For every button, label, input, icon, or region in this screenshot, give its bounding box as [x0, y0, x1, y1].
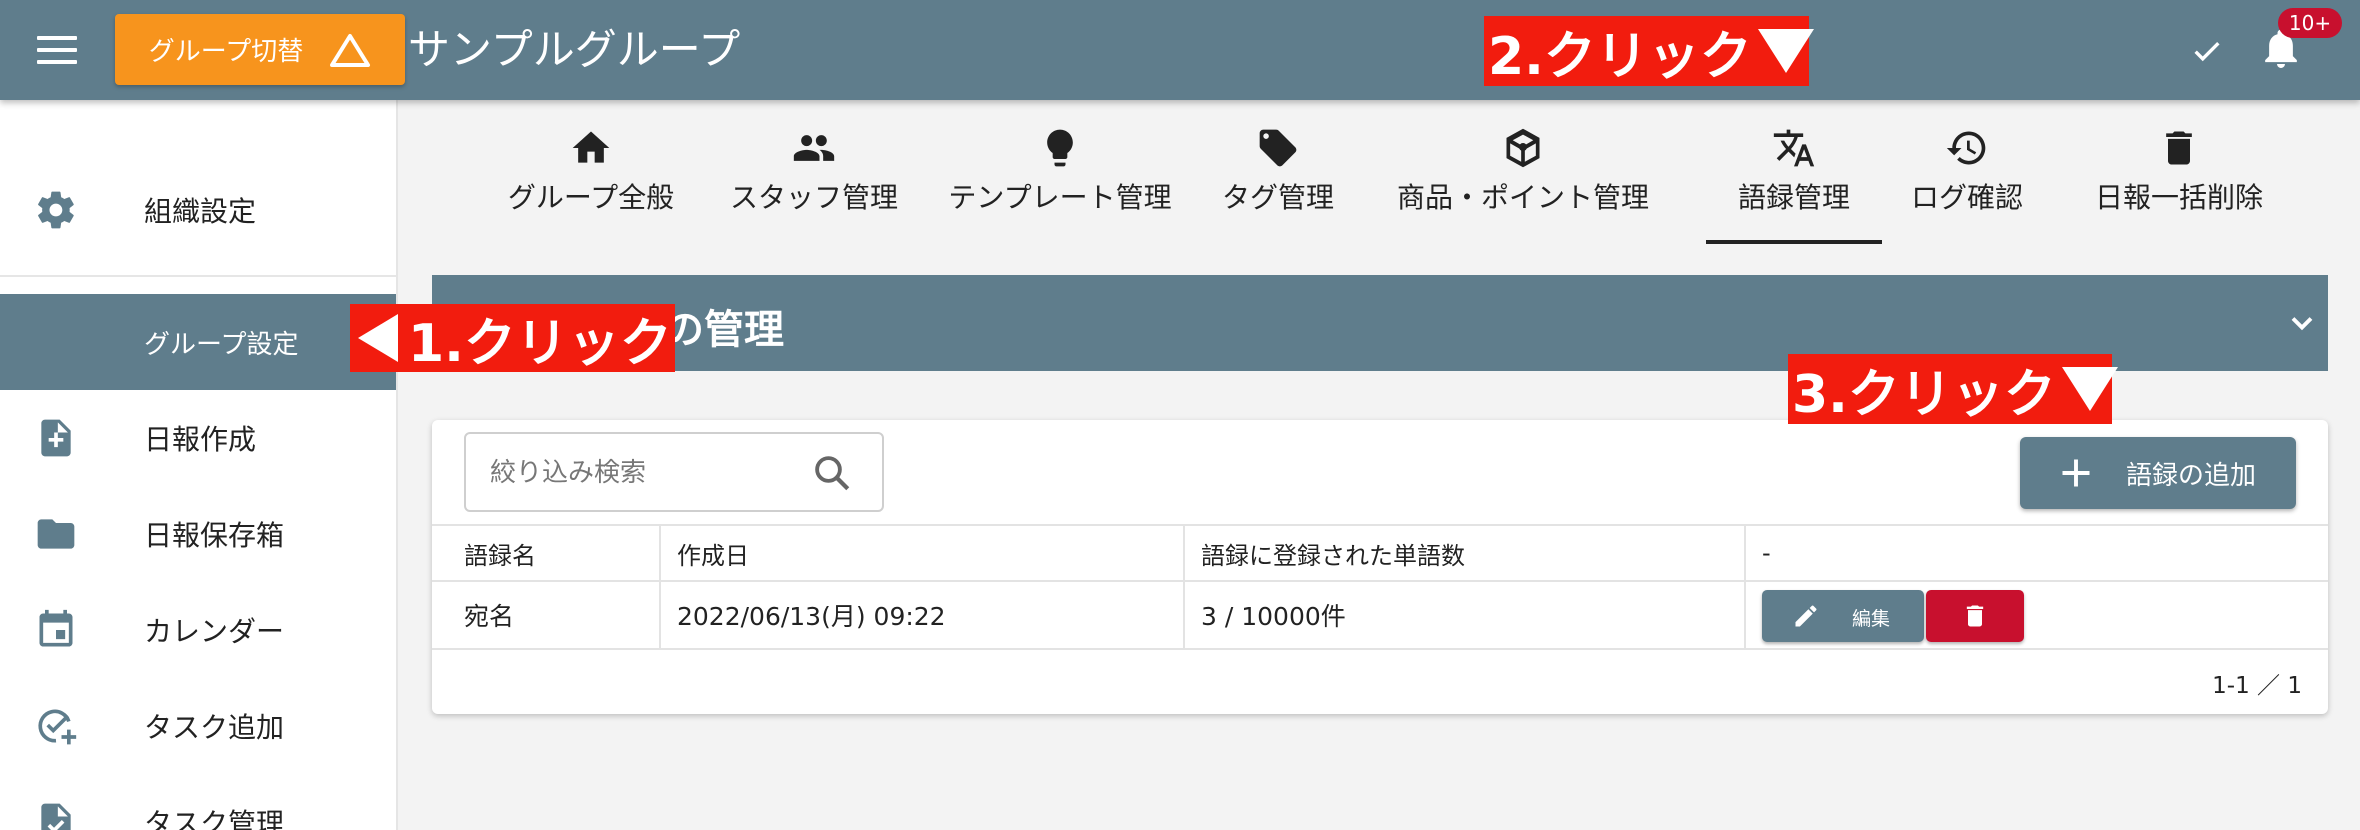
sidebar-item-label: 日報保存箱 [144, 519, 285, 552]
sidebar-item-task-management[interactable]: タスク管理 [0, 774, 396, 830]
column-header: 語録に登録された単語数 [1183, 526, 1744, 580]
tab-bulk-delete[interactable]: 日報一括削除 [2088, 124, 2270, 244]
translate-icon [1773, 129, 1815, 167]
sidebar-item-label: カレンダー [144, 615, 285, 648]
arrow-down-icon [1757, 29, 1814, 73]
calendar-icon [34, 608, 78, 652]
check-icon[interactable] [2190, 34, 2224, 68]
pencil-icon [1795, 605, 1817, 627]
created-date-cell: 2022/06/13(月) 09:22 [659, 582, 1183, 648]
edit-button[interactable]: 編集 [1762, 590, 1924, 642]
tab-group-general[interactable]: グループ全般 [498, 124, 684, 244]
check-add-icon [34, 704, 78, 748]
arrow-left-icon [358, 314, 398, 362]
tab-label: 日報一括削除 [2094, 181, 2263, 214]
plus-icon [2062, 459, 2090, 487]
search-box[interactable] [464, 432, 884, 512]
folder-icon [34, 512, 78, 556]
sidebar-item-label: 組織設定 [144, 195, 257, 228]
annotation-step2: 2.クリック [1484, 16, 1814, 87]
search-input[interactable] [488, 450, 808, 496]
add-vocabulary-label: 語録の追加 [2126, 460, 2257, 491]
sidebar-item-report-storage[interactable]: 日報保存箱 [0, 486, 396, 582]
group-switch-button[interactable]: グループ切替 [115, 14, 405, 85]
tab-label: グループ全般 [507, 181, 675, 214]
task-file-icon [34, 800, 78, 830]
tab-label: ログ確認 [1910, 181, 2023, 214]
gear-icon [34, 188, 78, 232]
tag-icon [1259, 129, 1297, 167]
box-icon [1506, 128, 1540, 168]
column-header: - [1744, 526, 2328, 580]
trash-icon [1966, 605, 1984, 627]
annotation-step2-label: 2.クリック [1488, 26, 1752, 87]
tab-tags[interactable]: タグ管理 [1218, 124, 1338, 244]
annotation-step1-label: 1.クリック [408, 313, 672, 374]
tab-log[interactable]: ログ確認 [1908, 124, 2026, 244]
column-header: 語録名 [464, 541, 536, 570]
sidebar-item-create-report[interactable]: 日報作成 [0, 390, 396, 486]
tab-label: タグ管理 [1221, 181, 1334, 214]
tab-label: スタッフ管理 [729, 181, 898, 214]
tab-label: 語録管理 [1737, 181, 1850, 214]
annotation-step3-label: 3.クリック [1792, 364, 2056, 425]
lightbulb-icon [1047, 129, 1073, 167]
warning-triangle-icon [330, 33, 371, 67]
sidebar-item-group-settings[interactable]: グループ設定 [0, 294, 396, 390]
sidebar: 組織設定 グループ設定 日報作成 日報保存箱 カレンダー タスク追加 タスク管理 [0, 100, 398, 830]
search-icon[interactable] [811, 452, 853, 494]
group-name: サンプルグループ [408, 25, 741, 74]
tab-template[interactable]: テンプレート管理 [944, 124, 1176, 244]
tab-label: テンプレート管理 [948, 181, 1172, 214]
section-title: の管理 [664, 307, 784, 353]
vocabulary-name-cell: 宛名 [464, 602, 515, 631]
arrow-down-icon [2061, 367, 2118, 411]
column-header: 作成日 [659, 526, 1183, 580]
add-vocabulary-button[interactable]: 語録の追加 [2020, 437, 2296, 509]
vocabulary-card: 語録の追加 語録名 作成日 語録に登録された単語数 - 宛名 2022/06/1… [432, 420, 2328, 714]
sidebar-item-label: グループ設定 [144, 329, 299, 360]
settings-tabs: グループ全般 スタッフ管理 テンプレート管理 タグ管理 商品・ポイント管理 語録… [398, 100, 2360, 245]
sidebar-divider [0, 275, 396, 277]
delete-button[interactable] [1926, 590, 2024, 642]
people-icon [793, 135, 835, 161]
annotation-step1: 1.クリック [350, 304, 675, 374]
sidebar-item-label: 日報作成 [144, 423, 257, 456]
file-add-icon [34, 416, 78, 460]
sidebar-item-organization-settings[interactable]: 組織設定 [0, 162, 396, 258]
annotation-step3: 3.クリック [1788, 354, 2118, 425]
group-switch-label: グループ切替 [148, 37, 304, 67]
word-count-cell: 3 / 10000件 [1183, 582, 1744, 648]
tab-vocabulary[interactable]: 語録管理 [1706, 124, 1882, 244]
pagination-info: 1-1 ／ 1 [2212, 673, 2302, 699]
menu-icon[interactable] [37, 36, 77, 66]
sidebar-item-label: タスク管理 [144, 807, 285, 830]
chevron-down-icon[interactable] [2284, 305, 2320, 341]
sidebar-item-label: タスク追加 [144, 711, 285, 744]
trash-icon [2166, 131, 2192, 165]
history-icon [1946, 131, 1986, 165]
table-header-row: 語録名 作成日 語録に登録された単語数 - [432, 524, 2328, 580]
tab-staff[interactable]: スタッフ管理 [720, 124, 908, 244]
sidebar-item-calendar[interactable]: カレンダー [0, 582, 396, 678]
home-icon [572, 131, 610, 163]
table-row: 宛名 2022/06/13(月) 09:22 3 / 10000件 編集 [432, 580, 2328, 650]
edit-label: 編集 [1852, 608, 1891, 630]
tab-products-points[interactable]: 商品・ポイント管理 [1373, 124, 1673, 244]
top-app-bar: グループ切替 サンプルグループ 10+ [0, 0, 2360, 100]
notification-badge: 10+ [2278, 8, 2342, 38]
sidebar-item-add-task[interactable]: タスク追加 [0, 678, 396, 774]
tab-label: 商品・ポイント管理 [1396, 181, 1649, 214]
